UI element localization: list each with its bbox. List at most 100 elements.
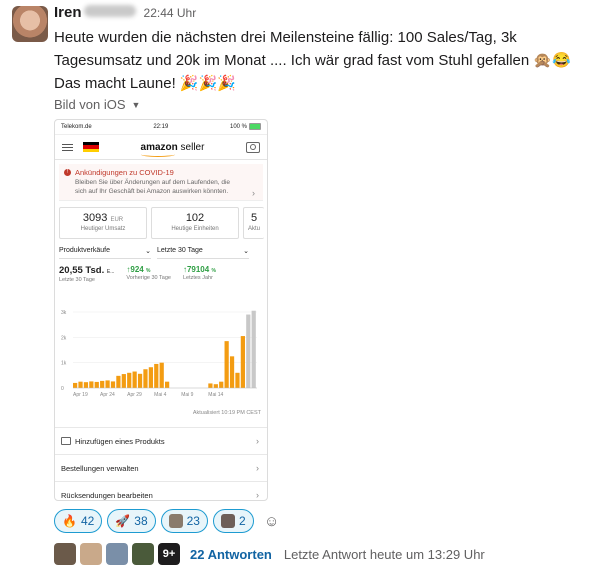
kpi-card: 102 Heutige Einheiten	[151, 207, 239, 239]
chart-bar	[154, 363, 159, 388]
sales-stats: 20,55 Tsd. E... Letzte 30 Tage ↑924 % Vo…	[55, 259, 267, 283]
reaction-custom-face-2[interactable]: 2	[212, 509, 254, 533]
chart-bar	[159, 362, 164, 388]
caret-down-icon: ▼	[131, 99, 141, 110]
chart-bar	[165, 381, 170, 388]
rocket-icon: 🚀	[115, 514, 131, 528]
german-flag-icon	[83, 142, 99, 152]
message-line-1: Heute wurden die nächsten drei Meilenste…	[54, 29, 517, 46]
chart-bar	[121, 374, 126, 388]
replies-link[interactable]: 22 Antworten	[190, 547, 272, 562]
chevron-right-icon: ›	[256, 436, 259, 446]
redacted-surname	[83, 5, 136, 17]
chart-bar	[235, 372, 240, 388]
message-time[interactable]: 22:44 Uhr	[144, 6, 197, 20]
chart-bar	[132, 371, 137, 388]
attachment-toggle[interactable]: Bild von iOS ▼	[54, 97, 140, 112]
chevron-right-icon: ›	[256, 463, 259, 473]
action-list: Hinzufügen eines Produkts › Bestellungen …	[55, 427, 267, 500]
chart-bar	[78, 381, 83, 388]
custom-face-icon	[220, 514, 235, 528]
alert-icon: !	[64, 169, 71, 176]
stat: ↑924 % Vorherige 30 Tage	[126, 265, 171, 281]
chart-bar	[240, 336, 245, 388]
chart-bar	[229, 356, 235, 388]
message-line-2: Tagesumsatz und 20k im Monat .... Ich wä…	[54, 52, 571, 69]
chart-bar	[110, 381, 116, 388]
kpi-card: 3093 EUR Heutiger Umsatz	[59, 207, 147, 239]
phone-status-bar: Telekom.de 22:19 100 %	[55, 120, 267, 135]
x-tick-label: Mai 4	[154, 392, 166, 398]
y-tick-label: 0	[61, 386, 64, 392]
chart-bar	[83, 382, 89, 388]
participant-avatar	[106, 543, 128, 565]
more-participants: 9+	[158, 543, 180, 565]
stat: ↑79104 % Letztes Jahr	[182, 265, 216, 281]
x-tick-label: Apr 19	[73, 392, 88, 398]
message-line-3: Das macht Laune! 🎉🎉🎉	[54, 75, 236, 92]
y-tick-label: 3k	[61, 310, 67, 316]
covid-announcement: ! Ankündigungen zu COVID-19 Bleiben Sie …	[59, 164, 263, 201]
chart-bar	[208, 383, 213, 388]
chart-bar	[116, 375, 121, 388]
list-item-orders[interactable]: Bestellungen verwalten ›	[55, 454, 267, 481]
tag-icon	[61, 437, 71, 445]
x-tick-label: Mai 9	[181, 392, 193, 398]
participant-avatar	[80, 543, 102, 565]
chevron-down-icon: ⌄	[145, 248, 151, 255]
period-select: Letzte 30 Tage ⌄	[157, 247, 249, 259]
kpi-card: 5 Aktu	[243, 207, 264, 239]
chart-bar	[143, 369, 148, 388]
message-header: Iren 22:44 Uhr	[54, 4, 196, 21]
party-popper-icon: 🎉🎉🎉	[179, 75, 236, 92]
chart-bar	[89, 381, 94, 388]
thread-summary[interactable]: 9+ 22 Antworten Letzte Antwort heute um …	[54, 543, 485, 565]
chart-bar	[100, 380, 105, 388]
announcement-title: Ankündigungen zu COVID-19	[75, 168, 174, 177]
chart-bar	[219, 381, 224, 388]
battery: 100 %	[230, 123, 261, 131]
list-item-returns[interactable]: Rücksendungen bearbeiten ›	[55, 481, 267, 500]
author-avatar[interactable]	[12, 6, 48, 42]
reaction-rocket[interactable]: 🚀 38	[107, 509, 156, 533]
metric-select: Produktverkäufe ⌄	[59, 247, 151, 259]
hamburger-menu-icon	[62, 143, 73, 151]
speak-no-evil-monkey-icon: 🙊	[533, 52, 553, 69]
battery-icon	[249, 123, 261, 131]
updated-timestamp: Aktualisiert 10:19 PM CEST	[192, 410, 261, 416]
chart-bar	[137, 373, 143, 388]
laughing-tears-icon: 😂	[552, 52, 571, 69]
kpi-cards: 3093 EUR Heutiger Umsatz 102 Heutige Ein…	[55, 201, 267, 239]
chart-bar	[148, 367, 153, 388]
author-name[interactable]: Iren	[54, 4, 136, 21]
chevron-right-icon: ›	[256, 490, 259, 500]
chart-filters: Produktverkäufe ⌄ Letzte 30 Tage ⌄	[55, 239, 267, 259]
custom-face-icon	[168, 514, 183, 528]
list-item-add-product[interactable]: Hinzufügen eines Produkts ›	[55, 427, 267, 454]
chevron-right-icon: ›	[252, 188, 255, 198]
x-tick-label: Apr 24	[100, 392, 115, 398]
reactions-bar: 🔥 42 🚀 38 23 2 ☺	[54, 509, 285, 533]
chevron-down-icon: ⌄	[243, 248, 249, 255]
chart-bar	[213, 384, 218, 388]
chart-bar	[105, 380, 110, 388]
message-text: Heute wurden die nächsten drei Meilenste…	[54, 26, 594, 95]
chart-bar	[127, 372, 132, 388]
chart-bar	[224, 341, 229, 388]
chart-bar	[73, 382, 78, 388]
reaction-custom-face[interactable]: 23	[160, 509, 208, 533]
attached-screenshot[interactable]: Telekom.de 22:19 100 % amazon seller ! A…	[54, 119, 268, 501]
participant-avatar	[132, 543, 154, 565]
camera-icon	[245, 141, 260, 153]
phone-time: 22:19	[153, 124, 169, 130]
attachment-label: Bild von iOS	[54, 97, 126, 112]
chart-bar	[251, 310, 256, 388]
amazon-seller-logo: amazon seller	[140, 142, 204, 157]
seller-topbar: amazon seller	[55, 135, 267, 160]
y-tick-label: 1k	[61, 361, 67, 367]
sales-bar-chart: 0 1k 2k 3k Apr 19 Apr 24 Apr 29 Mai 4 Mai 9 Mai 1…	[61, 310, 257, 398]
reaction-fire[interactable]: 🔥 42	[54, 509, 103, 533]
add-reaction-icon[interactable]: ☺	[259, 510, 285, 532]
announcement-body: Bleiben Sie über Änderungen auf dem Lauf…	[75, 179, 231, 195]
stat: 20,55 Tsd. E... Letzte 30 Tage	[59, 265, 115, 283]
